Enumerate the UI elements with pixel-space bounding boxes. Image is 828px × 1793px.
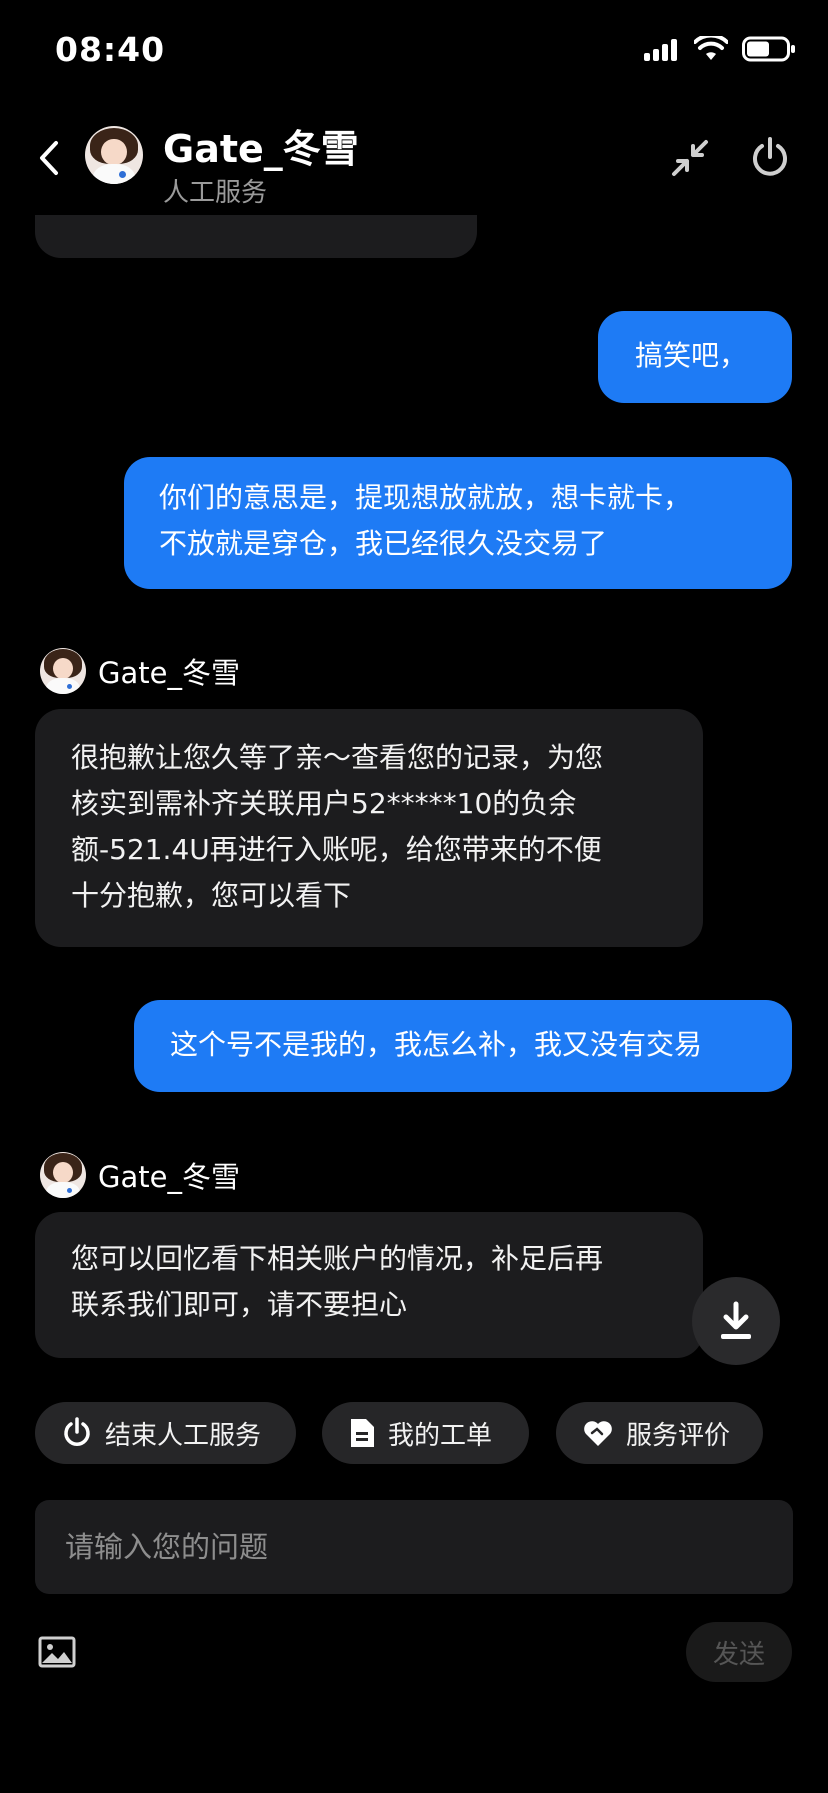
back-icon[interactable] xyxy=(38,140,60,176)
download-button[interactable] xyxy=(692,1277,780,1365)
rate-service-button[interactable]: 服务评价 xyxy=(556,1402,763,1464)
agent-subtitle: 人工服务 xyxy=(163,178,268,208)
status-time: 08:40 xyxy=(55,30,166,69)
message-line: 不放就是穿仓，我已经很久没交易了 xyxy=(159,527,608,560)
message-line: 你们的意思是，提现想放就放，想卡就卡， xyxy=(159,481,692,514)
message-line: 十分抱歉，您可以看下 xyxy=(71,879,352,912)
message-text: 搞笑吧， xyxy=(635,339,748,372)
my-tickets-label: 我的工单 xyxy=(388,1420,493,1451)
agent-bubble-partial xyxy=(35,215,477,258)
agent-avatar xyxy=(40,1152,86,1198)
message-line: 您可以回忆看下相关账户的情况，补足后再 xyxy=(71,1242,604,1275)
message-line: 核实到需补齐关联用户52*****10的负余 xyxy=(71,787,577,820)
agent-message: 很抱歉让您久等了亲～查看您的记录，为您 核实到需补齐关联用户52*****10的… xyxy=(35,709,703,947)
battery-icon xyxy=(742,36,795,62)
image-icon[interactable] xyxy=(38,1636,76,1668)
wifi-icon xyxy=(694,36,728,60)
user-message: 你们的意思是，提现想放就放，想卡就卡， 不放就是穿仓，我已经很久没交易了 xyxy=(124,457,792,589)
message-line: 额-521.4U再进行入账呢，给您带来的不便 xyxy=(71,833,602,866)
message-line: 联系我们即可，请不要担心 xyxy=(71,1288,408,1321)
end-service-label: 结束人工服务 xyxy=(105,1420,262,1451)
message-input[interactable] xyxy=(35,1500,793,1594)
power-icon xyxy=(64,1417,90,1446)
sender-name: Gate_冬雪 xyxy=(98,1160,240,1194)
rate-service-label: 服务评价 xyxy=(626,1420,731,1451)
status-icons xyxy=(644,36,796,62)
agent-message: 您可以回忆看下相关账户的情况，补足后再 联系我们即可，请不要担心 xyxy=(35,1212,703,1358)
signal-icon xyxy=(644,37,680,61)
power-icon[interactable] xyxy=(748,136,792,180)
send-label: 发送 xyxy=(712,1639,765,1670)
agent-avatar xyxy=(85,126,143,184)
collapse-icon[interactable] xyxy=(670,138,710,178)
message-line: 很抱歉让您久等了亲～查看您的记录，为您 xyxy=(71,741,604,774)
user-message: 这个号不是我的，我怎么补，我又没有交易 xyxy=(134,1000,792,1092)
download-icon xyxy=(721,1301,751,1339)
send-button[interactable]: 发送 xyxy=(686,1622,792,1682)
sender-name: Gate_冬雪 xyxy=(98,656,240,690)
end-service-button[interactable]: 结束人工服务 xyxy=(35,1402,296,1464)
heart-handshake-icon xyxy=(584,1421,612,1446)
message-input-wrapper xyxy=(35,1500,793,1594)
my-tickets-button[interactable]: 我的工单 xyxy=(322,1402,529,1464)
document-icon xyxy=(351,1419,374,1447)
message-text: 这个号不是我的，我怎么补，我又没有交易 xyxy=(170,1028,703,1061)
user-message: 搞笑吧， xyxy=(598,311,792,403)
agent-name: Gate_冬雪 xyxy=(163,127,359,171)
agent-avatar xyxy=(40,648,86,694)
